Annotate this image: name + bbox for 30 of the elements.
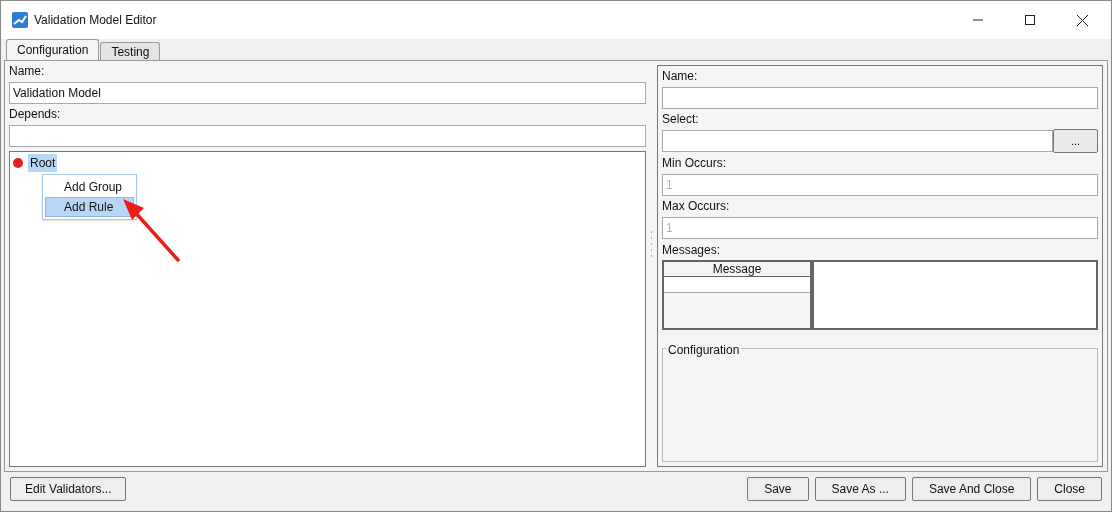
action-button[interactable]: Save And Close [911, 477, 1032, 501]
text-field[interactable] [662, 130, 1053, 152]
message-text-area[interactable] [812, 260, 1098, 330]
edit-validators-button[interactable]: Edit Validators... [10, 477, 127, 501]
field-label: Max Occurs: [662, 200, 731, 212]
tab[interactable]: Testing [100, 42, 161, 60]
window-title: Validation Model Editor [34, 12, 157, 29]
menu-item[interactable]: Add Group [45, 177, 134, 197]
text-field[interactable] [662, 87, 1098, 109]
field-label: Messages: [662, 244, 722, 256]
action-button[interactable]: Save As ... [814, 477, 906, 501]
tab[interactable]: Configuration [6, 39, 100, 60]
action-button[interactable]: Save [747, 477, 809, 501]
action-button[interactable]: Close [1037, 477, 1102, 501]
app-icon [12, 12, 28, 28]
field-label: Depends: [9, 108, 62, 120]
close-icon[interactable] [1077, 14, 1088, 26]
field-label: Name: [662, 70, 699, 82]
table-row[interactable] [664, 277, 810, 293]
field-label: Min Occurs: [662, 157, 727, 169]
arrow-annotation [120, 196, 182, 264]
maximize-icon[interactable] [1025, 15, 1035, 25]
menu-item[interactable]: Add Rule [45, 197, 134, 217]
status-dot-icon [12, 157, 24, 169]
text-field[interactable]: Validation Model [9, 82, 646, 104]
browse-button[interactable]: ... [1053, 129, 1098, 153]
tree-node[interactable]: Root [28, 154, 58, 172]
field-label: Select: [662, 113, 700, 125]
text-field[interactable] [9, 125, 646, 147]
field-label: Name: [9, 65, 46, 77]
